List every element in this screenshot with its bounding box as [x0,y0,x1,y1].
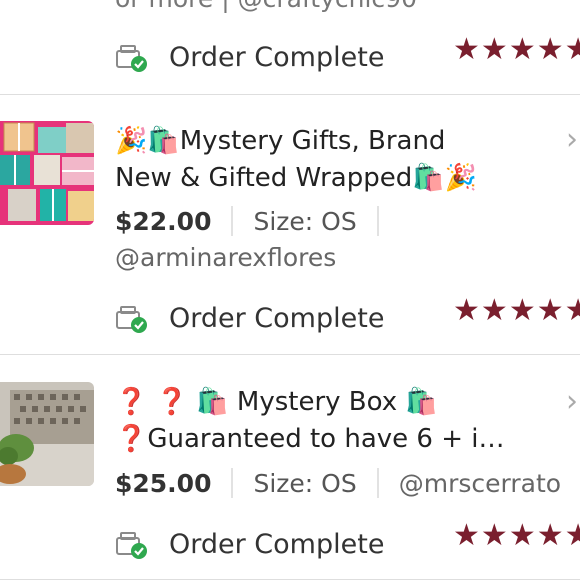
listing-size: Size: OS [253,206,357,236]
listing-card-1[interactable]: or more | @craftychic90 Order Complete ★… [0,0,580,94]
separator [376,206,379,236]
listing-thumbnail[interactable] [0,382,94,486]
star-icon: ★ [536,518,564,553]
star-icon: ★ [480,32,508,67]
star-icon: ★ [508,518,536,553]
order-status-label: Order Complete [169,302,385,334]
chevron-right-icon[interactable]: › [566,125,578,155]
listing-price: $25.00 [115,468,212,498]
separator [231,206,234,236]
separator [376,468,379,498]
star-icon: ★ [564,293,580,328]
seller-handle[interactable]: @arminarexflores [115,243,336,272]
listing-price: $22.00 [115,206,212,236]
star-icon: ★ [480,293,508,328]
seller-handle[interactable]: @mrscerrato [399,469,561,498]
listing-title[interactable]: ❓ ❓ 🛍️ Mystery Box 🛍️ ❓Guaranteed to hav… [115,384,545,458]
star-icon: ★ [453,32,480,67]
listing-thumbnail[interactable] [0,121,94,225]
star-icon: ★ [453,518,480,553]
star-icon: ★ [508,32,536,67]
listing-card-3[interactable]: ❓ ❓ 🛍️ Mystery Box 🛍️ ❓Guaranteed to hav… [0,355,580,580]
order-status: Order Complete [115,37,384,77]
listing-title[interactable]: 🎉🛍️Mystery Gifts, Brand New & Gifted Wra… [115,123,545,197]
listing-meta-partial: or more | @craftychic90 [115,0,545,17]
order-complete-icon [115,42,151,72]
star-icon: ★ [536,293,564,328]
separator [231,468,234,498]
star-icon: ★ [564,32,580,67]
star-icon: ★ [536,32,564,67]
star-icon: ★ [453,293,480,328]
order-complete-icon [115,529,151,559]
rating-stars: ★ ★ ★ ★ ★ [453,296,580,326]
star-icon: ★ [508,293,536,328]
listing-card-2[interactable]: 🎉🛍️Mystery Gifts, Brand New & Gifted Wra… [0,95,580,354]
chevron-right-icon[interactable]: › [566,387,578,417]
order-status: Order Complete [115,524,384,564]
rating-stars: ★ ★ ★ ★ ★ [453,35,580,65]
star-icon: ★ [480,518,508,553]
listing-meta: $25.00 Size: OS @mrscerrato [115,463,561,503]
order-status: Order Complete [115,298,384,338]
listing-meta: $22.00 Size: OS [115,201,399,241]
order-status-label: Order Complete [169,41,385,73]
rating-stars: ★ ★ ★ ★ ★ [453,521,580,551]
order-status-label: Order Complete [169,528,385,560]
order-complete-icon [115,303,151,333]
star-icon: ★ [564,518,580,553]
listing-size: Size: OS [253,468,357,498]
